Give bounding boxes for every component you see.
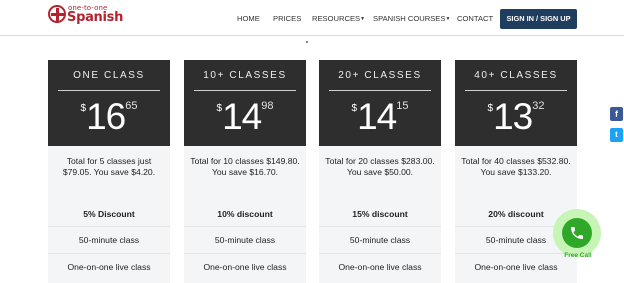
plan-format: One-on-one live class [203,262,287,272]
facebook-icon[interactable]: f [610,107,623,121]
plan-discount: 5% Discount [83,209,135,219]
nav-spanish-courses[interactable]: SPANISH COURSES▼ [373,14,450,23]
free-call-button[interactable] [562,218,592,248]
price-cents: 32 [532,100,545,112]
plan-description: Total for 10 classes $149.80. You save $… [190,156,300,177]
separator-dot [306,41,308,43]
plan-header: ONE CLASS $1665 [48,60,170,146]
plan-description: Total for 40 classes $532.80. You save $… [461,156,571,177]
plan-duration: 50-minute class [78,235,140,245]
plan-header: 40+ CLASSES $1332 [455,60,577,146]
price-cents: 98 [261,100,274,112]
plan-price: $1332 [455,98,577,135]
site-logo[interactable]: one-to-one Spanish [48,4,124,30]
plan-price: $1415 [319,98,441,135]
price-whole: 14 [222,96,262,137]
logo-wordmark: Spanish [67,10,124,25]
sign-in-button[interactable]: SIGN IN / SIGN UP [500,9,577,29]
divider [48,226,170,227]
plan-header: 20+ CLASSES $1415 [319,60,441,146]
chevron-down-icon: ▼ [360,16,366,22]
plan-discount: 10% discount [217,209,273,219]
plan-format: One-on-one live class [338,262,422,272]
divider [184,226,306,227]
plan-description: Total for 20 classes $283.00. You save $… [325,156,435,177]
twitter-icon[interactable]: t [610,128,623,142]
free-call-label[interactable]: Free Call [561,252,595,259]
price-whole: 16 [86,96,126,137]
plan-discount: 15% discount [352,209,408,219]
plan-title: ONE CLASS [73,70,145,81]
nav-prices[interactable]: PRICES [273,14,301,23]
nav-contact[interactable]: CONTACT [457,14,493,23]
divider [319,253,441,254]
currency-symbol: $ [487,103,494,114]
plan-header: 10+ CLASSES $1498 [184,60,306,146]
divider [48,253,170,254]
plan-price: $1498 [184,98,306,135]
plan-format: One-on-one live class [474,262,558,272]
price-cents: 65 [125,100,138,112]
site-header: one-to-one Spanish HOME PRICES RESOURCES… [0,0,624,36]
currency-symbol: $ [216,103,223,114]
plan-duration: 50-minute class [214,235,276,245]
plan-title: 40+ CLASSES [474,70,558,81]
divider [184,253,306,254]
divider [194,90,296,91]
phone-icon [571,227,583,239]
currency-symbol: $ [80,103,87,114]
plan-card-one-class: ONE CLASS $1665 Total for 5 classes just… [48,60,170,283]
currency-symbol: $ [351,103,358,114]
divider [455,253,577,254]
divider [465,90,567,91]
divider [329,90,431,91]
price-cents: 15 [396,100,409,112]
plan-title: 10+ CLASSES [203,70,287,81]
price-whole: 13 [493,96,533,137]
plan-format: One-on-one live class [67,262,151,272]
nav-home[interactable]: HOME [237,14,260,23]
price-whole: 14 [357,96,397,137]
chevron-down-icon: ▼ [445,16,451,22]
plan-description: Total for 5 classes just $79.05. You sav… [62,156,156,177]
logo-cross-icon [48,5,66,23]
divider [319,226,441,227]
plan-card-20-classes: 20+ CLASSES $1415 Total for 20 classes $… [319,60,441,283]
plan-card-10-classes: 10+ CLASSES $1498 Total for 10 classes $… [184,60,306,283]
divider [58,90,160,91]
nav-resources[interactable]: RESOURCES▼ [312,14,365,23]
plan-price: $1665 [48,98,170,135]
plan-title: 20+ CLASSES [338,70,422,81]
plan-duration: 50-minute class [349,235,411,245]
